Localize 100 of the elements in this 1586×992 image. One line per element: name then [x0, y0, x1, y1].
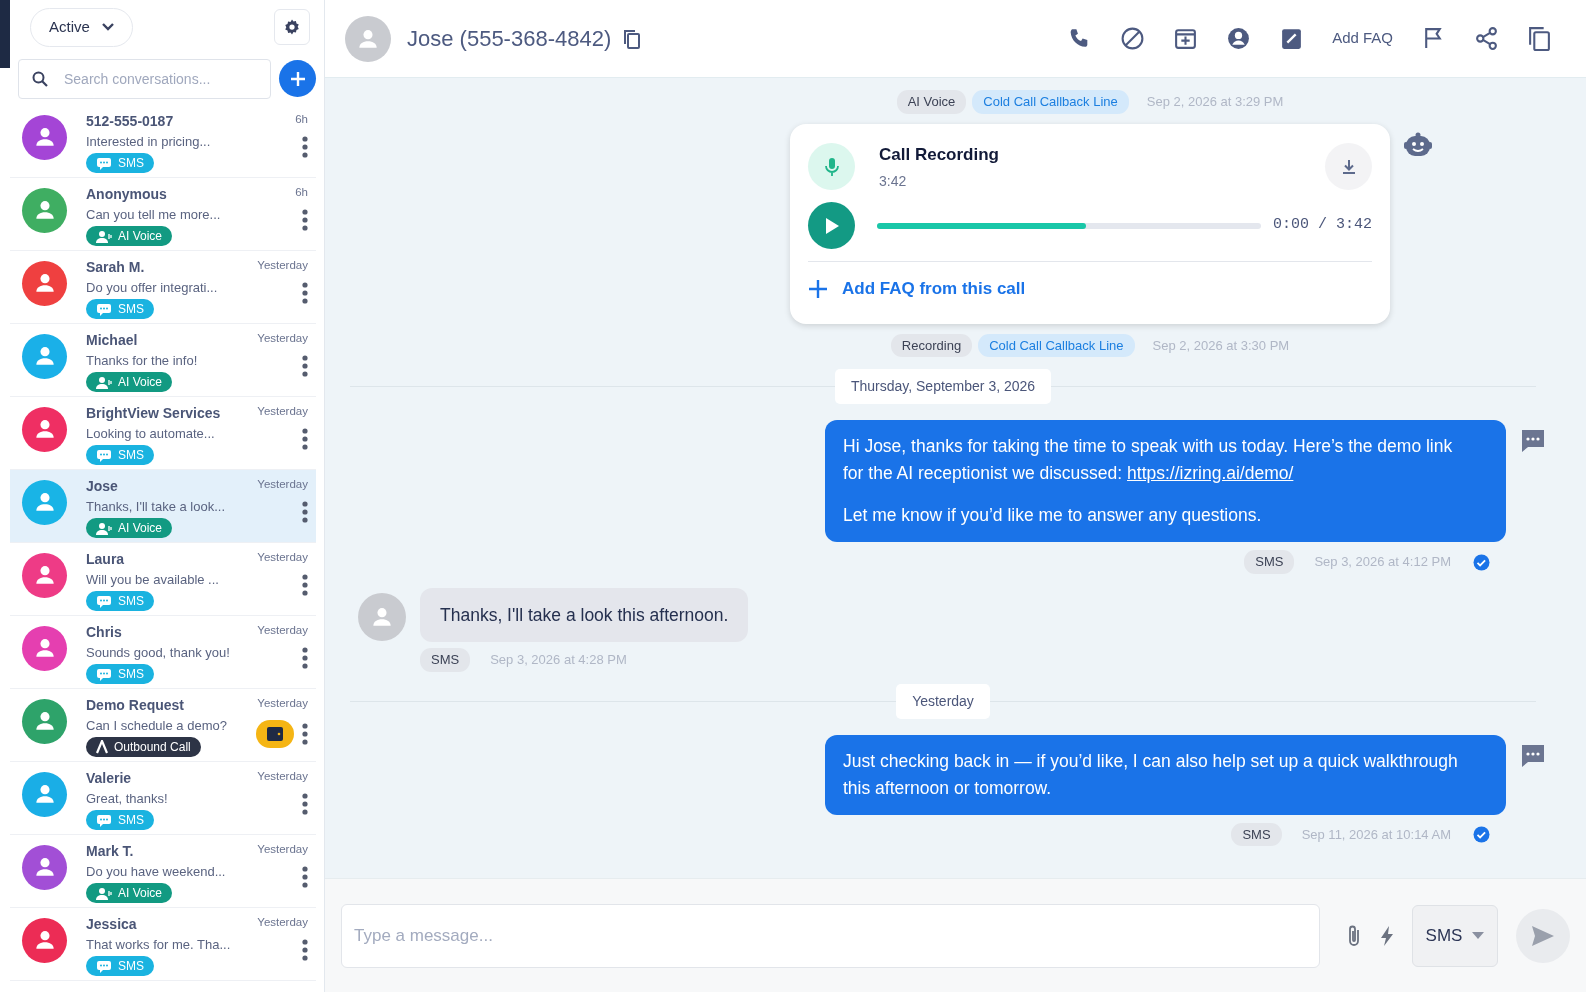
contact-name: Demo Request [86, 695, 186, 715]
contact-name: Michael [86, 330, 139, 350]
play-icon [823, 216, 840, 235]
chat-icon [96, 813, 112, 827]
message-text: Hi Jose, thanks for taking the time to speak with us today. Here’s the demo link for the AI receptionist we discussed: https://izring.ai/demo/ [843, 435, 1454, 486]
conversation-item[interactable]: 512-555-0187 Interested in pricing... SMS 6h [10, 104, 316, 178]
more-icon[interactable] [302, 646, 308, 669]
plus-icon [808, 278, 828, 299]
robot-icon [1404, 132, 1432, 158]
add-box-icon[interactable] [1173, 26, 1199, 51]
signal-icon [96, 740, 108, 754]
plus-icon [289, 70, 306, 87]
chat-icon [96, 594, 112, 608]
more-icon[interactable] [302, 135, 308, 158]
mic-icon [808, 143, 855, 191]
more-icon[interactable] [302, 573, 308, 596]
channel-tag: SMS [420, 648, 471, 672]
conversation-item[interactable]: Anonymous Can you tell me more... AI Voice 6h [10, 177, 316, 251]
contact-avatar [358, 592, 406, 641]
play-button[interactable] [808, 202, 855, 249]
more-icon[interactable] [302, 938, 308, 961]
nav-edge [0, 0, 10, 68]
channel-tag: AI Voice [896, 90, 967, 114]
message-preview: Interested in pricing... [86, 132, 212, 151]
comment-icon[interactable] [1520, 428, 1546, 455]
contact-name: Jose [86, 476, 119, 496]
conversation-item[interactable]: Demo Request Can I schedule a demo? Outbound Call Yesterday [10, 688, 316, 762]
timestamp: Yesterday [257, 695, 308, 711]
contact-name: 512-555-0187 [86, 111, 175, 131]
conversation-item[interactable]: Valerie Great, thanks! SMS Yesterday [10, 761, 316, 835]
block-icon[interactable] [1120, 26, 1146, 51]
message-text: Just checking back in — if you’d like, I can also help set up a quick walkthrough this afternoon or tomorrow. [843, 749, 1459, 800]
channel-tag: SMS [86, 810, 154, 830]
conversation-item[interactable]: Jessica That works for me. Tha... SMS Yesterday [10, 907, 316, 981]
conversation-item[interactable]: BrightView Services Looking to automate... SMS Yesterday [10, 396, 316, 470]
search-field[interactable]: Search conversations... [18, 58, 271, 99]
contact-name: Chris [86, 622, 123, 642]
more-icon[interactable] [302, 427, 308, 450]
more-icon[interactable] [302, 865, 308, 888]
more-icon[interactable] [302, 281, 308, 304]
timestamp: Yesterday [257, 330, 308, 346]
conversation-item[interactable]: Mark T. Do you have weekend... AI Voice Yesterday [10, 834, 316, 908]
contact-avatar [345, 15, 391, 62]
conversation-item[interactable]: Sarah M. Do you offer integrati... SMS Yesterday [10, 250, 316, 324]
more-icon[interactable] [302, 500, 308, 523]
more-icon[interactable] [302, 354, 308, 377]
line-tag: Cold Call Callback Line [972, 90, 1129, 114]
message-text: Let me know if you’d like me to answer any questions. [843, 504, 1263, 528]
timestamp: Sep 11, 2026 at 10:14 AM [1301, 825, 1451, 844]
channel-select[interactable]: SMS [1412, 904, 1498, 967]
message-preview: Do you offer integrati... [86, 278, 219, 297]
line-tag: Cold Call Callback Line [978, 333, 1135, 358]
chevron-down-icon [101, 23, 114, 32]
add-faq-button[interactable]: Add FAQ [1332, 27, 1393, 50]
paperclip-icon[interactable] [1346, 923, 1362, 948]
conversation-item[interactable]: Jose Thanks, I'll take a look... AI Voice Yesterday [10, 469, 316, 543]
contact-name: Laura [86, 549, 126, 569]
caret-icon [1472, 932, 1485, 939]
message-preview: Thanks, I'll take a look... [86, 497, 227, 516]
add-faq-link[interactable]: Add FAQ from this call [808, 276, 1026, 302]
demo-link[interactable]: https://izring.ai/demo/ [1127, 463, 1294, 484]
more-icon[interactable] [302, 208, 308, 231]
contact-name: Jessica [86, 914, 138, 934]
lightning-icon[interactable] [1380, 924, 1394, 947]
copy-icon[interactable] [1527, 26, 1552, 51]
channel-tag: AI Voice [86, 518, 173, 538]
message-preview: Sounds good, thank you! [86, 643, 231, 662]
timestamp: Yesterday [257, 768, 308, 784]
conversation-item[interactable]: Chris Sounds good, thank you! SMS Yesterday [10, 615, 316, 689]
contact-name: Mark T. [86, 841, 135, 861]
settings-button[interactable] [274, 9, 310, 46]
copy-icon[interactable] [623, 28, 642, 49]
channel-tag: AI Voice [86, 883, 173, 903]
share-icon[interactable] [1474, 26, 1499, 51]
timestamp: Sep 3, 2026 at 4:12 PM [1314, 553, 1451, 572]
timestamp: Yesterday [257, 476, 308, 492]
comment-icon[interactable] [1520, 742, 1546, 769]
conversation-item[interactable]: Michael Thanks for the info! AI Voice Yesterday [10, 323, 316, 397]
conversation-item[interactable]: Laura Will you be available ... SMS Yesterday [10, 542, 316, 616]
channel-tag: AI Voice [86, 372, 173, 392]
channel-tag: SMS [86, 956, 154, 976]
channel-tag: Outbound Call [86, 737, 201, 757]
timestamp: Sep 2, 2026 at 3:29 PM [1146, 93, 1284, 111]
person-icon [96, 886, 112, 900]
download-button[interactable] [1325, 143, 1372, 191]
channel-tag: Recording [890, 333, 973, 358]
timestamp: Sep 3, 2026 at 4:28 PM [490, 651, 627, 669]
more-icon[interactable] [302, 792, 308, 815]
channel-tag: SMS [1231, 822, 1282, 846]
message-preview: Can I schedule a demo? [86, 716, 228, 735]
new-conversation-button[interactable] [279, 60, 316, 97]
more-icon[interactable] [302, 722, 308, 745]
recording-title: Call Recording [879, 143, 1000, 166]
message-input[interactable]: Type a message... [341, 903, 1320, 968]
filter-dropdown[interactable]: Active [30, 8, 133, 47]
account-icon[interactable] [1226, 26, 1252, 51]
message-preview: Great, thanks! [86, 789, 169, 808]
channel-tag: SMS [1244, 550, 1295, 574]
timestamp: Yesterday [257, 841, 308, 857]
message-preview: That works for me. Tha... [86, 935, 232, 954]
